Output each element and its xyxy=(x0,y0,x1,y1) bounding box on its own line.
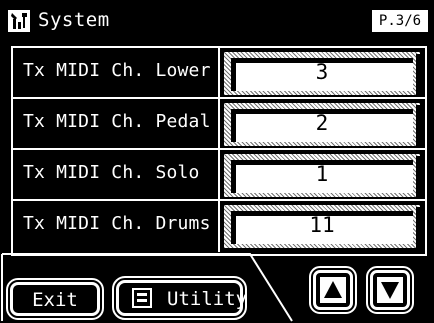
param-value-button[interactable]: 3 xyxy=(224,52,420,95)
utility-icon xyxy=(132,288,152,308)
param-label: Tx MIDI Ch. Lower xyxy=(23,60,211,81)
system-tools-icon xyxy=(8,10,30,32)
param-row-lower: Tx MIDI Ch. Lower 3 xyxy=(13,48,425,99)
page-up-button[interactable] xyxy=(309,266,357,314)
param-value: 1 xyxy=(315,162,329,186)
page-down-button[interactable] xyxy=(366,266,414,314)
param-label: Tx MIDI Ch. Solo xyxy=(23,162,200,183)
arrow-down-icon xyxy=(377,277,403,303)
param-value-button[interactable]: 2 xyxy=(224,103,420,146)
param-row-solo: Tx MIDI Ch. Solo 1 xyxy=(13,150,425,201)
title-bar: System P.3/6 xyxy=(0,0,434,42)
arrow-up-icon xyxy=(320,277,346,303)
param-value-button[interactable]: 11 xyxy=(224,205,420,248)
param-value: 3 xyxy=(315,60,329,84)
exit-button-label: Exit xyxy=(32,289,78,311)
param-row-drums: Tx MIDI Ch. Drums 11 xyxy=(13,201,425,252)
lcd-screen: System P.3/6 Tx MIDI Ch. Lower 3 Tx MIDI… xyxy=(0,0,434,323)
param-label: Tx MIDI Ch. Pedal xyxy=(23,111,211,132)
utility-button-label: Utility xyxy=(167,288,248,310)
utility-button[interactable]: Utility xyxy=(112,276,247,320)
param-value: 11 xyxy=(309,213,335,237)
param-value-button[interactable]: 1 xyxy=(224,154,420,197)
param-row-pedal: Tx MIDI Ch. Pedal 2 xyxy=(13,99,425,150)
parameter-panel: Tx MIDI Ch. Lower 3 Tx MIDI Ch. Pedal 2 … xyxy=(11,46,427,256)
param-value: 2 xyxy=(315,111,329,135)
page-title: System xyxy=(38,9,110,31)
page-indicator: P.3/6 xyxy=(372,10,428,32)
param-label: Tx MIDI Ch. Drums xyxy=(23,213,211,234)
exit-button[interactable]: Exit xyxy=(6,278,104,320)
